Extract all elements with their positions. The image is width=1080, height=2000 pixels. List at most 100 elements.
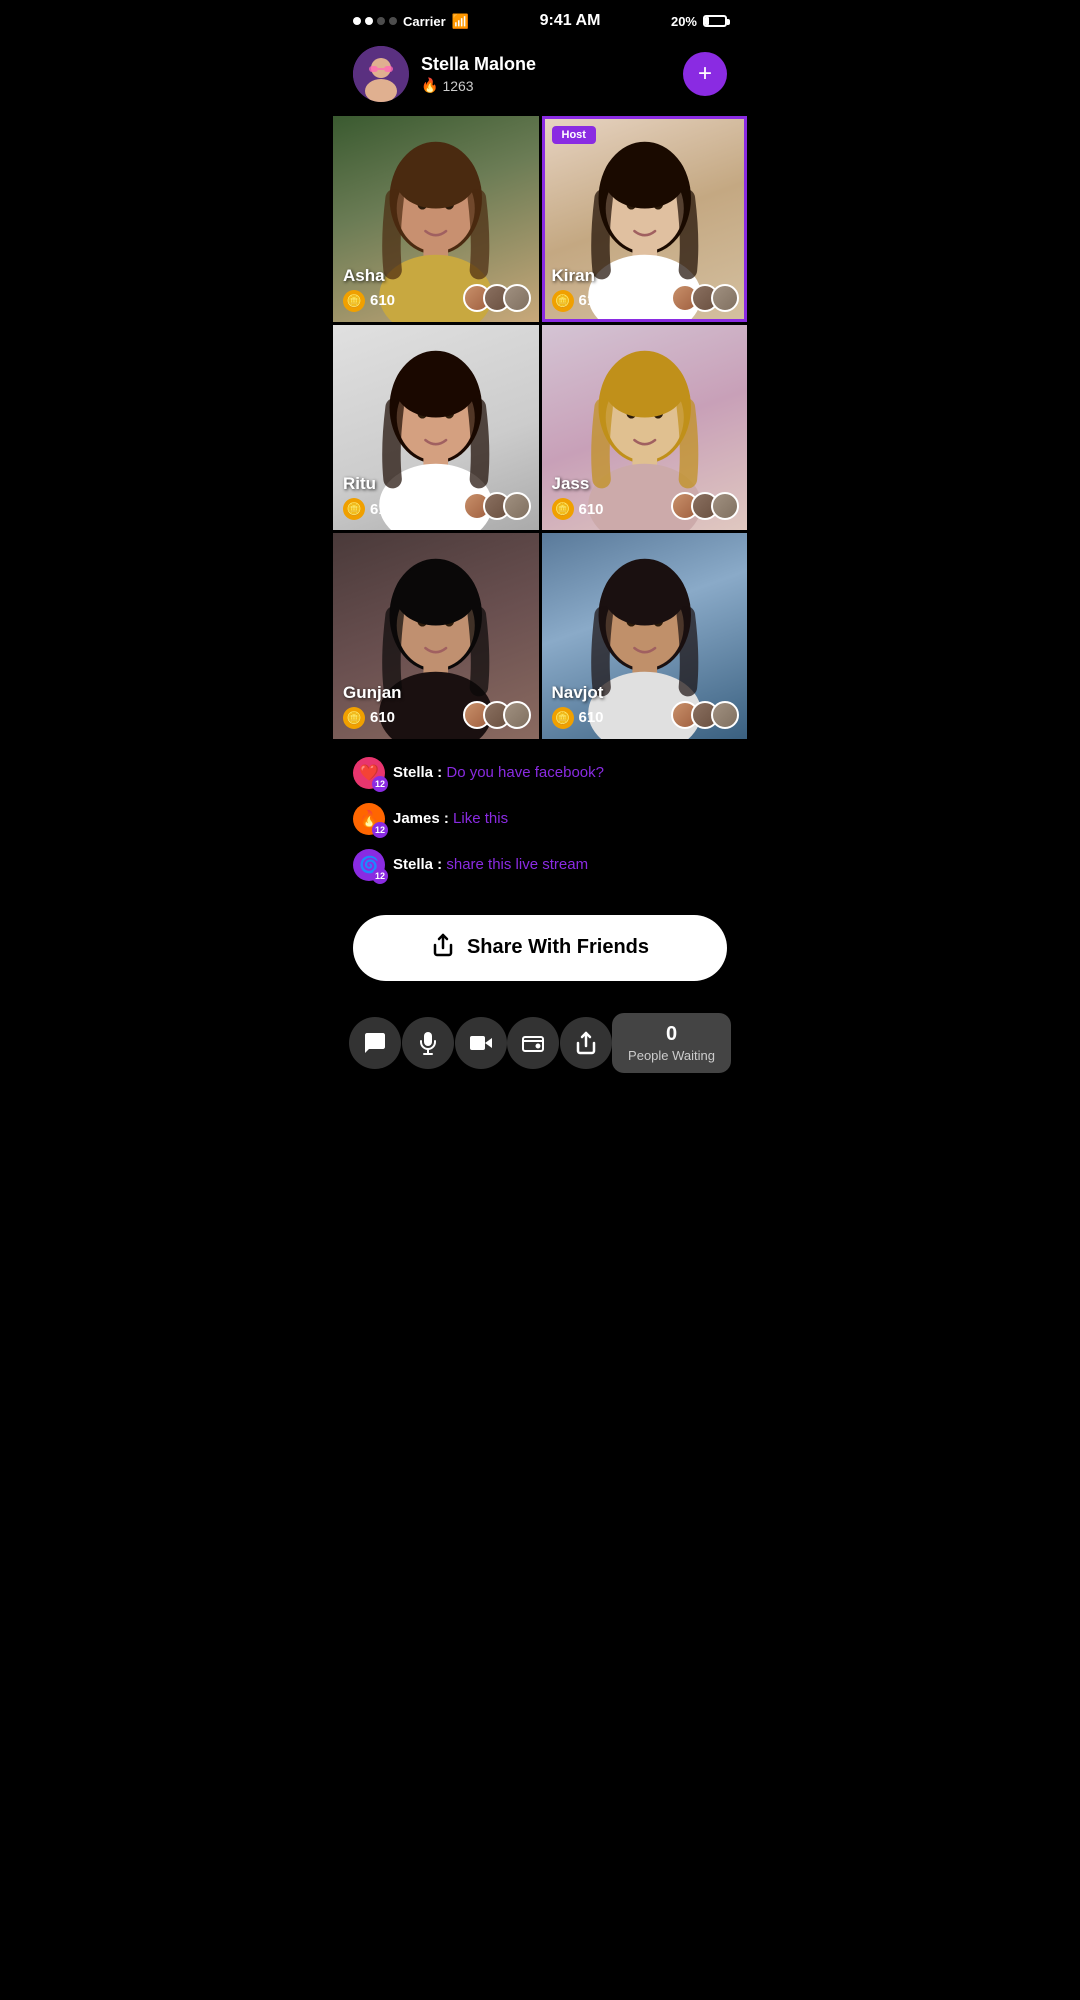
cell-avatars-gunjan [463, 701, 531, 729]
chat-avatar-msg2: 🔥 12 [353, 803, 385, 835]
battery-percent: 20% [671, 14, 697, 29]
cell-avatars-asha [463, 284, 531, 312]
profile-score: 🔥 1263 [421, 77, 671, 94]
chat-icon [363, 1031, 387, 1055]
signal-dots [353, 17, 397, 25]
cell-avatars-ritu [463, 492, 531, 520]
chat-message-msg2: 🔥 12 James : Like this [353, 803, 727, 835]
add-icon: + [698, 60, 712, 88]
chat-avatar-msg3: 🌀 12 [353, 849, 385, 881]
cell-coins-ritu: 🪙 610 [343, 498, 395, 520]
cell-coins-navjot: 🪙 610 [552, 707, 604, 729]
chat-button[interactable] [349, 1017, 402, 1069]
wallet-button[interactable] [507, 1017, 560, 1069]
video-cell-ritu[interactable]: Ritu 🪙 610 [333, 325, 539, 531]
cell-coins-kiran: 🪙 610 [552, 290, 604, 312]
profile-info: Stella Malone 🔥 1263 [421, 54, 671, 94]
status-time: 9:41 AM [540, 12, 601, 30]
cell-name-jass: Jass [552, 474, 590, 494]
mini-avatar-3-gunjan [503, 701, 531, 729]
cell-name-kiran: Kiran [552, 266, 595, 286]
chat-message-msg3: 🌀 12 Stella : share this live stream [353, 849, 727, 881]
chat-badge-msg1: 12 [372, 776, 388, 792]
coin-icon-kiran: 🪙 [552, 290, 574, 312]
share-bottom-icon [574, 1031, 598, 1055]
coin-value-asha: 610 [370, 292, 395, 309]
carrier-label: Carrier [403, 14, 446, 29]
cell-coins-asha: 🪙 610 [343, 290, 395, 312]
chat-message-content-msg2: Like this [453, 810, 508, 827]
video-cell-gunjan[interactable]: Gunjan 🪙 610 [333, 533, 539, 739]
wallet-icon [521, 1031, 545, 1055]
cell-coins-gunjan: 🪙 610 [343, 707, 395, 729]
status-bar: Carrier 📶 9:41 AM 20% [333, 0, 747, 36]
coin-value-gunjan: 610 [370, 709, 395, 726]
avatar-image [353, 46, 409, 102]
mic-icon [416, 1031, 440, 1055]
share-button-label: Share With Friends [467, 936, 649, 959]
coin-value-ritu: 610 [370, 501, 395, 518]
chat-username-msg2: James : [393, 810, 453, 827]
share-with-friends-button[interactable]: Share With Friends [353, 915, 727, 981]
coin-value-kiran: 610 [579, 292, 604, 309]
add-button[interactable]: + [683, 52, 727, 96]
chat-text-msg3: Stella : share this live stream [393, 856, 588, 873]
signal-dot-1 [353, 17, 361, 25]
chat-message-content-msg3: share this live stream [446, 856, 588, 873]
coin-value-jass: 610 [579, 501, 604, 518]
waiting-label: People Waiting [628, 1048, 715, 1063]
chat-text-msg1: Stella : Do you have facebook? [393, 764, 604, 781]
video-icon-circle [455, 1017, 507, 1069]
coin-icon-gunjan: 🪙 [343, 707, 365, 729]
share-button[interactable] [559, 1017, 612, 1069]
mic-button[interactable] [402, 1017, 455, 1069]
video-cell-kiran[interactable]: Host Kira [542, 116, 748, 322]
cell-avatars-kiran [671, 284, 739, 312]
coin-icon-navjot: 🪙 [552, 707, 574, 729]
cell-name-navjot: Navjot [552, 683, 604, 703]
mini-avatar-3-navjot [711, 701, 739, 729]
cell-name-ritu: Ritu [343, 474, 376, 494]
people-waiting-box: 0 People Waiting [612, 1013, 731, 1073]
fire-icon: 🔥 [421, 77, 438, 94]
chat-username-msg3: Stella : [393, 856, 446, 873]
chat-avatar-msg1: ❤️ 12 [353, 757, 385, 789]
chat-message-content-msg1: Do you have facebook? [446, 764, 604, 781]
mini-avatar-3-ritu [503, 492, 531, 520]
video-icon [469, 1031, 493, 1055]
video-cell-jass[interactable]: Jass 🪙 610 [542, 325, 748, 531]
cell-avatars-navjot [671, 701, 739, 729]
wallet-icon-circle [507, 1017, 559, 1069]
coin-value-navjot: 610 [579, 709, 604, 726]
profile-name: Stella Malone [421, 54, 671, 75]
waiting-count: 0 [628, 1023, 715, 1046]
video-cell-asha[interactable]: Asha 🪙 610 [333, 116, 539, 322]
chat-username-msg1: Stella : [393, 764, 446, 781]
chat-icon-circle [349, 1017, 401, 1069]
signal-dot-4 [389, 17, 397, 25]
host-badge: Host [552, 126, 596, 144]
status-left: Carrier 📶 [353, 13, 469, 30]
cell-coins-jass: 🪙 610 [552, 498, 604, 520]
cell-name-asha: Asha [343, 266, 385, 286]
coin-icon-ritu: 🪙 [343, 498, 365, 520]
share-section: Share With Friends [333, 905, 747, 1001]
mini-avatar-3-jass [711, 492, 739, 520]
chat-text-msg2: James : Like this [393, 810, 508, 827]
cell-avatars-jass [671, 492, 739, 520]
bottom-bar: 0 People Waiting [333, 1001, 747, 1097]
chat-message-msg1: ❤️ 12 Stella : Do you have facebook? [353, 757, 727, 789]
mini-avatar-3-kiran [711, 284, 739, 312]
chat-badge-msg2: 12 [372, 822, 388, 838]
video-cell-navjot[interactable]: Navjot 🪙 610 [542, 533, 748, 739]
coin-icon-asha: 🪙 [343, 290, 365, 312]
chat-section: ❤️ 12 Stella : Do you have facebook? 🔥 1… [333, 739, 747, 905]
video-grid: Asha 🪙 610 Host [333, 116, 747, 739]
score-value: 1263 [442, 78, 473, 94]
video-button[interactable] [454, 1017, 507, 1069]
mic-icon-circle [402, 1017, 454, 1069]
chat-badge-msg3: 12 [372, 868, 388, 884]
share-icon [431, 933, 455, 963]
cell-name-gunjan: Gunjan [343, 683, 402, 703]
status-right: 20% [671, 14, 727, 29]
